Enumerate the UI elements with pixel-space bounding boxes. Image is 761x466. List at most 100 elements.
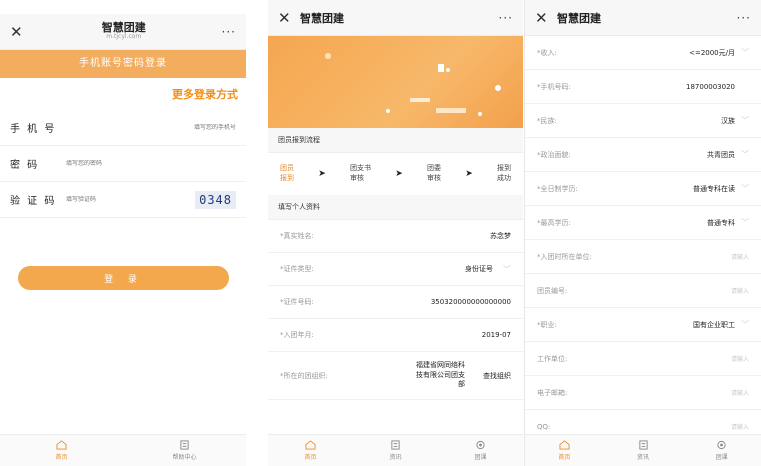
close-icon[interactable]: ✕ (535, 9, 551, 27)
course-icon (717, 440, 726, 450)
idtype-row[interactable]: *证件类型: 身份证号 ﹀ (268, 253, 523, 286)
tab-help[interactable]: 帮助中心 (123, 435, 246, 466)
name-row[interactable]: *真实姓名: 苏念梦 (268, 220, 523, 253)
more-menu-icon[interactable]: ··· (737, 11, 751, 25)
close-icon[interactable]: ✕ (278, 9, 294, 27)
profile-field-row[interactable]: *收入: <=2000元/月 ﹀ (525, 36, 761, 70)
profile-field-placeholder[interactable]: 请输入 (731, 286, 749, 295)
banner-image (268, 36, 523, 128)
course-icon (476, 440, 485, 450)
idtype-value: 身份证号 (465, 265, 493, 273)
tab-home-label: 首页 (55, 454, 68, 461)
register-steps: 团员 报到 ➤ 团支书 审核 ➤ 团委 审核 ➤ 报到 成功 (268, 153, 523, 195)
phone-input[interactable] (66, 124, 236, 131)
tab-home[interactable]: 首页 (0, 435, 123, 466)
join-date-row[interactable]: *入团年月: 2019-07 (268, 319, 523, 352)
info-title: 填写个人资料 (268, 195, 523, 220)
idno-row[interactable]: *证件号码: 350320000000000000 (268, 286, 523, 319)
profile-field-label: QQ: (537, 422, 551, 431)
more-menu-icon[interactable]: ··· (222, 25, 236, 39)
step-3: 团委 审核 (426, 164, 441, 182)
profile-field-placeholder[interactable]: 请输入 (731, 252, 749, 261)
profile-screen: ✕ 智慧团建 ··· *收入: <=2000元/月 ﹀ *手机号码: 187000030… (524, 0, 761, 466)
captcha-image[interactable]: 0348 (195, 190, 236, 209)
profile-field-label: *政治面貌: (537, 150, 571, 159)
password-row: 密 码 (0, 146, 246, 182)
profile-tabbar: 首页 资讯 团课 (525, 434, 761, 466)
tab-course[interactable]: 团课 (438, 435, 523, 466)
captcha-input[interactable] (66, 196, 196, 203)
profile-field-value: 18700003020 (686, 82, 735, 91)
profile-field-label: 工作单位: (537, 354, 568, 363)
captcha-label: 验 证 码 (10, 196, 57, 207)
join-date-label: *入团年月: (280, 331, 314, 339)
profile-field-row[interactable]: 团员编号: 请输入 (525, 274, 761, 308)
chevron-down-icon: ﹀ (741, 218, 749, 227)
register-titlebar: ✕ 智慧团建 ··· (268, 0, 523, 36)
home-icon (559, 440, 570, 450)
profile-field-value: 共青团员 (707, 150, 735, 159)
login-title-block: 智慧团建 m.tjcyl.com (26, 22, 222, 41)
tab-home[interactable]: 首页 (268, 435, 353, 466)
help-icon (180, 440, 189, 450)
tab-home[interactable]: 首页 (525, 435, 604, 466)
profile-field-row[interactable]: 电子邮箱: 请输入 (525, 376, 761, 410)
banner-illustration (325, 53, 501, 116)
tab-news[interactable]: 资讯 (604, 435, 683, 466)
tab-news[interactable]: 资讯 (353, 435, 438, 466)
phone-row: 手 机 号 (0, 110, 246, 146)
more-menu-icon[interactable]: ··· (499, 11, 513, 25)
home-icon (56, 440, 67, 450)
profile-field-value: 普通专科 (707, 218, 735, 227)
close-icon[interactable]: ✕ (10, 23, 26, 41)
profile-titlebar: ✕ 智慧团建 ··· (525, 0, 761, 36)
arrow-icon: ➤ (465, 169, 473, 179)
profile-field-label: *入团时所在单位: (537, 252, 592, 261)
profile-field-row[interactable]: *手机号码: 18700003020 (525, 70, 761, 104)
login-subtitle-url: m.tjcyl.com (106, 33, 142, 41)
profile-field-label: *最高学历: (537, 218, 571, 227)
chevron-down-icon: ﹀ (741, 116, 749, 125)
profile-field-row[interactable]: *最高学历: 普通专科 ﹀ (525, 206, 761, 240)
profile-field-row[interactable]: *政治面貌: 共青团员 ﹀ (525, 138, 761, 172)
news-icon (391, 440, 400, 450)
register-tabbar: 首页 资讯 团课 (268, 434, 523, 466)
password-input[interactable] (66, 160, 236, 167)
login-tabbar: 首页 帮助中心 (0, 434, 246, 466)
step-2: 团支书 审核 (349, 164, 371, 182)
tab-help-label: 帮助中心 (172, 454, 197, 461)
chevron-down-icon: ﹀ (741, 184, 749, 193)
profile-field-label: *民族: (537, 116, 557, 125)
find-org-link[interactable]: 查找组织 (483, 371, 511, 381)
idno-value: 350320000000000000 (430, 298, 511, 306)
password-label: 密 码 (10, 160, 40, 171)
more-login-methods-link[interactable]: 更多登录方式 (0, 78, 246, 110)
register-title: 智慧团建 (300, 11, 344, 25)
login-button[interactable]: 登 录 (18, 266, 229, 290)
profile-field-row[interactable]: *民族: 汉族 ﹀ (525, 104, 761, 138)
login-screen: ✕ 智慧团建 m.tjcyl.com ··· 手机账号密码登录 更多登录方式 手… (0, 14, 246, 466)
profile-field-row[interactable]: 工作单位: 请输入 (525, 342, 761, 376)
profile-field-label: *全日制学历: (537, 184, 578, 193)
profile-field-row[interactable]: *职业: 国有企业职工 ﹀ (525, 308, 761, 342)
profile-field-value: 普通专科在读 (693, 184, 735, 193)
profile-field-label: *手机号码: (537, 82, 571, 91)
tab-course[interactable]: 团课 (682, 435, 761, 466)
profile-field-label: 团员编号: (537, 286, 568, 295)
profile-field-placeholder[interactable]: 请输入 (731, 388, 749, 397)
phone-label: 手 机 号 (10, 124, 57, 135)
chevron-down-icon: ﹀ (503, 264, 511, 274)
profile-field-value: 汉族 (721, 116, 735, 125)
profile-field-label: *职业: (537, 320, 557, 329)
profile-field-label: 电子邮箱: (537, 388, 568, 397)
arrow-icon: ➤ (318, 169, 326, 179)
profile-title: 智慧团建 (557, 11, 601, 25)
name-label: *真实姓名: (280, 232, 314, 240)
org-row[interactable]: *所在的团组织: 福建省网同络科 技有限公司团支 部 查找组织 (268, 352, 523, 400)
profile-field-row[interactable]: *入团时所在单位: 请输入 (525, 240, 761, 274)
profile-field-row[interactable]: *全日制学历: 普通专科在读 ﹀ (525, 172, 761, 206)
flow-title: 团员报到流程 (268, 128, 523, 153)
login-method-banner: 手机账号密码登录 (0, 50, 246, 78)
profile-field-placeholder[interactable]: 请输入 (731, 354, 749, 363)
profile-field-placeholder[interactable]: 请输入 (731, 422, 749, 431)
